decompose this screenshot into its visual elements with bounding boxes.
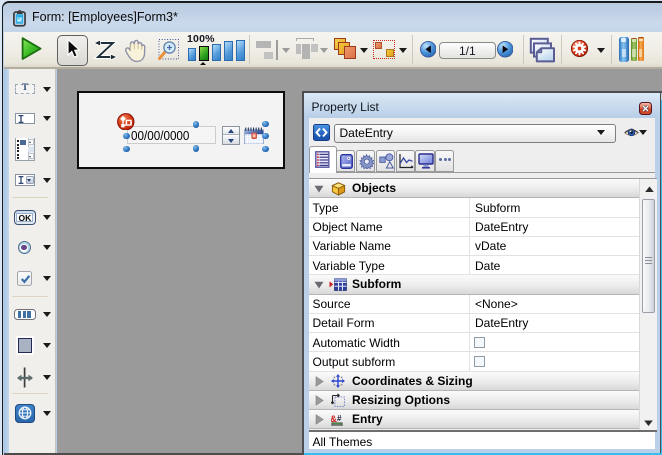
svg-text:#: # <box>337 414 342 423</box>
